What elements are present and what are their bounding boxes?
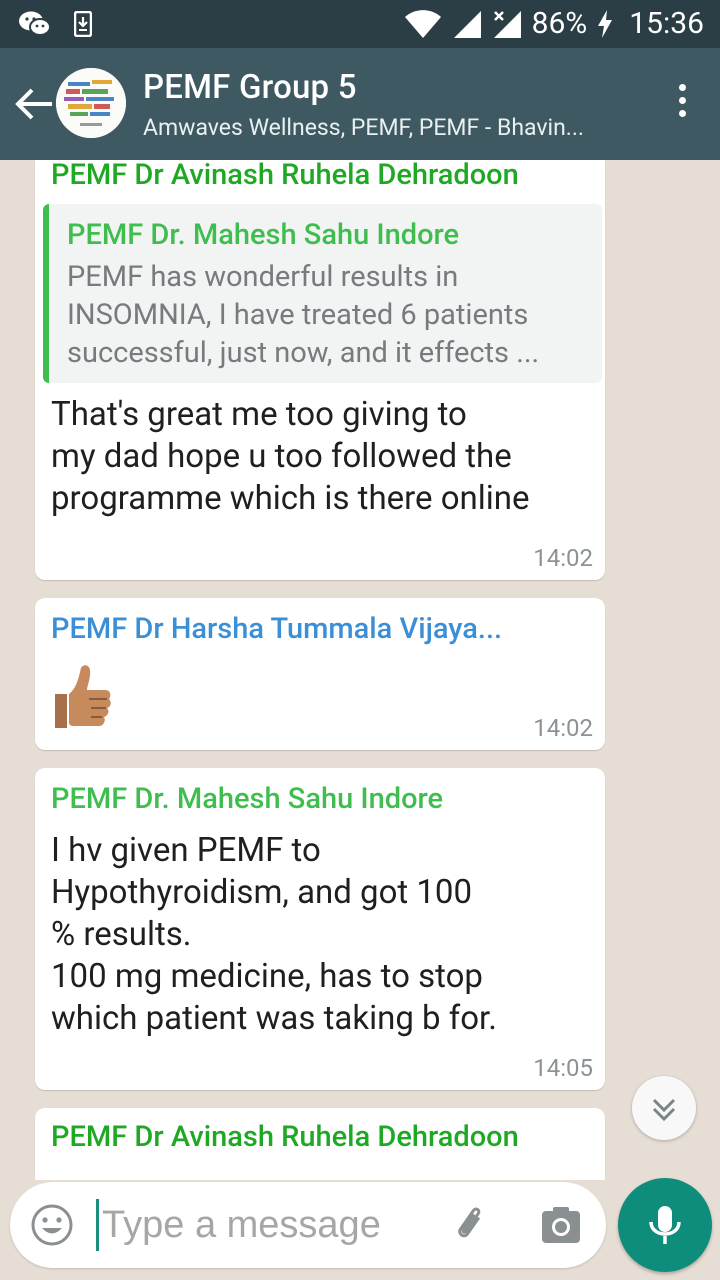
quoted-text: PEMF has wonderful results in INSOMNIA, … <box>67 260 540 370</box>
scroll-to-bottom-button[interactable] <box>632 1076 696 1140</box>
group-avatar[interactable] <box>56 68 126 138</box>
voice-message-button[interactable] <box>618 1178 712 1272</box>
message-input[interactable] <box>102 1200 422 1250</box>
message-bubble[interactable]: PEMF Dr Harsha Tummala Vijaya... 14:02 <box>35 598 605 750</box>
back-arrow-icon[interactable] <box>14 86 54 122</box>
signal-icon <box>453 10 481 38</box>
thumbs-up-emoji <box>49 662 121 734</box>
charging-icon <box>598 9 613 38</box>
wechat-icon <box>19 11 51 36</box>
microphone-icon <box>649 1206 681 1244</box>
avatar-word-cloud-image <box>56 68 126 138</box>
battery-percentage: 86% <box>531 6 588 41</box>
message-time: 14:02 <box>533 544 593 572</box>
group-title[interactable]: PEMF Group 5 <box>143 68 357 107</box>
message-time: 14:05 <box>533 1054 593 1082</box>
group-members[interactable]: Amwaves Wellness, PEMF, PEMF - Bhavin... <box>143 114 584 141</box>
download-notification-icon <box>74 11 92 37</box>
message-bubble[interactable]: PEMF Dr Avinash Ruhela Dehradoon <box>35 1108 605 1180</box>
message-list[interactable]: PEMF Dr Avinash Ruhela Dehradoon PEMF Dr… <box>0 160 720 1180</box>
message-sender[interactable]: PEMF Dr Avinash Ruhela Dehradoon <box>51 1120 519 1154</box>
signal-no-data-icon <box>493 10 521 38</box>
double-chevron-down-icon <box>652 1098 676 1122</box>
wifi-icon <box>404 9 441 38</box>
message-composer <box>10 1182 606 1268</box>
chat-header: PEMF Group 5 Amwaves Wellness, PEMF, PEM… <box>0 48 720 160</box>
message-sender[interactable]: PEMF Dr. Mahesh Sahu Indore <box>51 782 443 816</box>
text-cursor <box>96 1199 99 1251</box>
message-sender[interactable]: PEMF Dr Avinash Ruhela Dehradoon <box>51 160 519 192</box>
emoji-icon[interactable] <box>30 1203 74 1247</box>
camera-icon[interactable] <box>540 1205 582 1245</box>
attach-icon[interactable] <box>450 1203 494 1247</box>
message-bubble[interactable]: PEMF Dr Avinash Ruhela Dehradoon PEMF Dr… <box>35 160 605 580</box>
message-time: 14:02 <box>533 714 593 742</box>
message-bubble[interactable]: PEMF Dr. Mahesh Sahu Indore I hv given P… <box>35 768 605 1090</box>
quoted-message[interactable]: PEMF Dr. Mahesh Sahu Indore PEMF has won… <box>43 204 602 383</box>
clock: 15:36 <box>629 6 704 41</box>
status-bar: 86% 15:36 <box>0 0 720 48</box>
overflow-menu-icon[interactable] <box>676 84 688 124</box>
message-sender[interactable]: PEMF Dr Harsha Tummala Vijaya... <box>51 612 502 646</box>
message-text: I hv given PEMF to Hypothyroidism, and g… <box>51 831 497 1038</box>
message-text: That's great me too giving to my dad hop… <box>51 395 530 518</box>
quoted-sender: PEMF Dr. Mahesh Sahu Indore <box>67 218 460 252</box>
